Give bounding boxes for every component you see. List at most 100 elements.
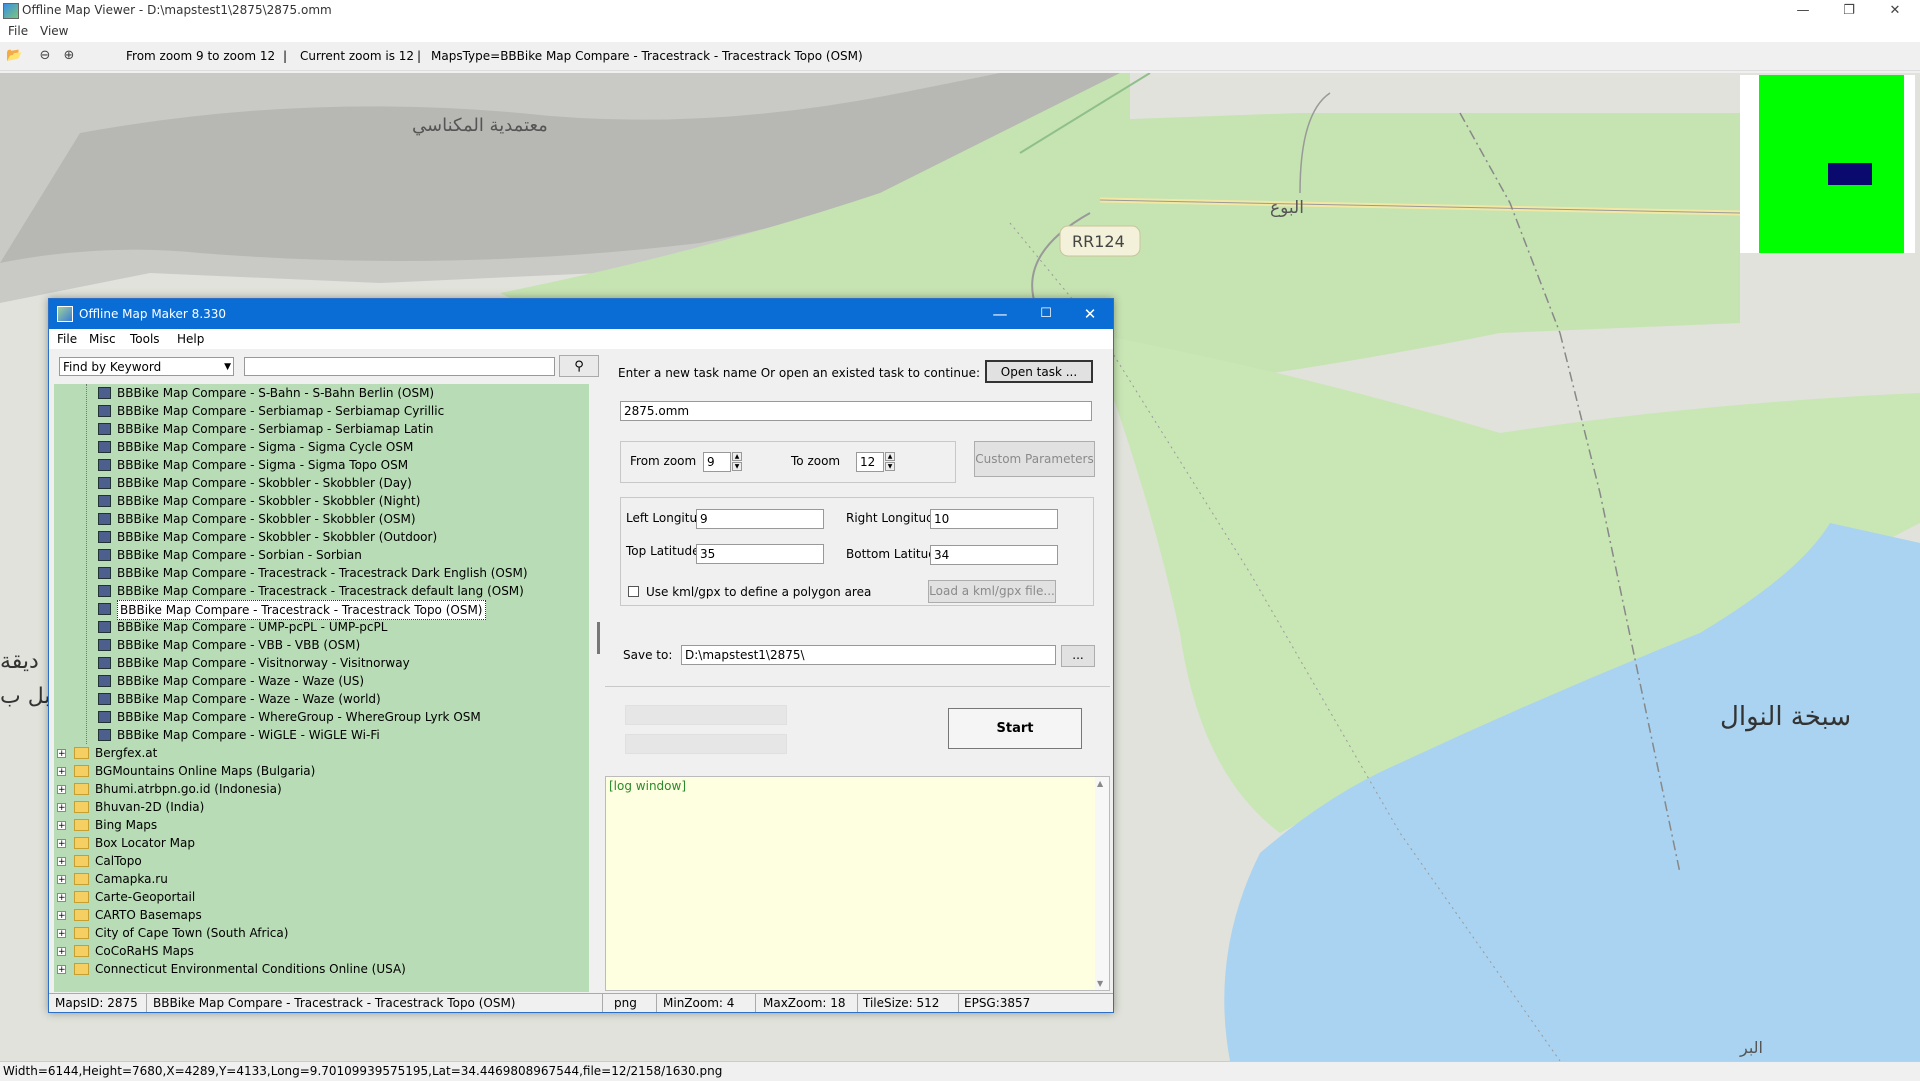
expand-icon[interactable]: + — [57, 767, 66, 777]
task-prompt-label: Enter a new task name Or open an existed… — [618, 366, 980, 380]
to-zoom-input[interactable]: 12 — [856, 452, 884, 472]
dialog-minimize-button[interactable]: — — [977, 299, 1023, 329]
expand-icon[interactable]: + — [57, 821, 66, 831]
minimize-button[interactable]: — — [1780, 0, 1826, 22]
status-maps-id: MapsID: 2875 — [55, 996, 138, 1010]
tree-folder-label: Bergfex.at — [95, 746, 158, 760]
expand-icon[interactable]: + — [57, 911, 66, 921]
scroll-down-icon[interactable]: ▼ — [1097, 979, 1103, 988]
left-longitude-input[interactable]: 9 — [696, 509, 824, 529]
browse-button[interactable]: ... — [1061, 645, 1095, 667]
map-layer-icon — [98, 387, 111, 399]
tree-leaf-label: BBBike Map Compare - Sigma - Sigma Topo … — [117, 458, 409, 472]
maximize-button[interactable]: ❐ — [1826, 0, 1872, 22]
map-label-bouaa: البوع — [1270, 198, 1304, 218]
map-layer-icon — [98, 585, 111, 597]
load-kml-button[interactable]: Load a kml/gpx file... — [928, 580, 1056, 603]
tree-leaf-label: BBBike Map Compare - Visitnorway - Visit… — [117, 656, 410, 670]
map-label-rr124: RR124 — [1072, 232, 1125, 251]
log-text: [log window] — [609, 779, 686, 793]
bottom-latitude-label: Bottom Latitude — [846, 547, 944, 561]
open-folder-icon[interactable]: 📂 — [6, 48, 22, 64]
tree-leaf-label: BBBike Map Compare - VBB - VBB (OSM) — [117, 638, 361, 652]
tree-leaf-label: BBBike Map Compare - Skobbler - Skobbler… — [117, 494, 421, 508]
from-zoom-input[interactable]: 9 — [703, 452, 731, 472]
log-scrollbar[interactable]: ▲ ▼ — [1095, 777, 1109, 990]
search-button[interactable]: ⚲ — [559, 355, 599, 377]
tree-folder-label: Bhuvan-2D (India) — [95, 800, 205, 814]
map-layer-icon — [98, 657, 111, 669]
expand-icon[interactable]: + — [57, 875, 66, 885]
dialog-menu-misc[interactable]: Misc — [89, 332, 116, 346]
folder-icon — [74, 873, 89, 885]
map-source-tree[interactable]: BBBike Map Compare - S-Bahn - S-Bahn Ber… — [54, 384, 589, 992]
dialog-menu-tools[interactable]: Tools — [130, 332, 160, 346]
top-latitude-input[interactable]: 35 — [696, 544, 824, 564]
tree-leaf-label: BBBike Map Compare - Waze - Waze (world) — [117, 692, 381, 706]
expand-icon[interactable]: + — [57, 839, 66, 849]
window-title: Offline Map Viewer - D:\mapstest1\2875\2… — [22, 3, 332, 17]
map-layer-icon — [98, 513, 111, 525]
expand-icon[interactable]: + — [57, 785, 66, 795]
tree-leaf-label: BBBike Map Compare - S-Bahn - S-Bahn Ber… — [117, 386, 435, 400]
statusbar: Width=6144,Height=7680,X=4289,Y=4133,Lon… — [0, 1061, 1920, 1081]
current-zoom-text: Current zoom is 12 — [300, 49, 415, 63]
start-button[interactable]: Start — [948, 708, 1082, 749]
right-longitude-input[interactable]: 10 — [930, 509, 1058, 529]
window-titlebar: Offline Map Viewer - D:\mapstest1\2875\2… — [0, 0, 1920, 22]
task-name-input[interactable]: 2875.omm — [620, 401, 1092, 421]
menu-view[interactable]: View — [40, 24, 68, 38]
tree-folder-label: CalTopo — [95, 854, 142, 868]
log-window[interactable]: [log window] ▲ ▼ — [605, 776, 1110, 991]
scroll-up-icon[interactable]: ▲ — [1097, 779, 1103, 788]
find-mode-select[interactable]: Find by Keyword ▼ — [59, 357, 234, 376]
expand-icon[interactable]: + — [57, 947, 66, 957]
pane-splitter[interactable] — [597, 622, 600, 654]
menu-file[interactable]: File — [8, 24, 28, 38]
tree-leaf-label: BBBike Map Compare - Tracestrack - Trace… — [117, 566, 528, 580]
map-layer-icon — [98, 423, 111, 435]
bottom-latitude-input[interactable]: 34 — [930, 545, 1058, 565]
expand-icon[interactable]: + — [57, 893, 66, 903]
custom-parameters-button[interactable]: Custom Parameters — [974, 441, 1095, 477]
dialog-menu-file[interactable]: File — [57, 332, 77, 346]
map-layer-icon — [98, 711, 111, 723]
zoom-in-icon[interactable]: ⊕ — [61, 48, 77, 64]
keyword-search-input[interactable] — [244, 357, 555, 376]
kml-polygon-checkbox[interactable] — [628, 586, 639, 597]
map-layer-icon — [98, 459, 111, 471]
expand-icon[interactable]: + — [57, 965, 66, 975]
dialog-titlebar: Offline Map Maker 8.330 — ☐ ✕ — [49, 299, 1113, 329]
dialog-maximize-button[interactable]: ☐ — [1023, 299, 1069, 329]
expand-icon[interactable]: + — [57, 803, 66, 813]
map-layer-icon — [98, 441, 111, 453]
map-label-west-2: بل ب — [0, 684, 51, 709]
dialog-close-button[interactable]: ✕ — [1067, 299, 1113, 329]
expand-icon[interactable]: + — [57, 929, 66, 939]
map-label-meknassy: معتمدية المكناسي — [412, 115, 548, 136]
expand-icon[interactable]: + — [57, 749, 66, 759]
dialog-menu-help[interactable]: Help — [177, 332, 204, 346]
offline-map-maker-dialog: Offline Map Maker 8.330 — ☐ ✕ File Misc … — [48, 298, 1114, 1013]
search-icon: ⚲ — [574, 359, 584, 374]
tree-folder-label: City of Cape Town (South Africa) — [95, 926, 289, 940]
zoom-out-icon[interactable]: ⊖ — [37, 48, 53, 64]
map-layer-icon — [98, 675, 111, 687]
overview-minimap[interactable] — [1740, 75, 1915, 253]
from-zoom-stepper[interactable]: ▲ ▼ — [732, 452, 742, 472]
tree-folder-label: Camapka.ru — [95, 872, 168, 886]
tree-folder-label: Box Locator Map — [95, 836, 196, 850]
to-zoom-stepper[interactable]: ▲ ▼ — [885, 452, 895, 472]
expand-icon[interactable]: + — [57, 857, 66, 867]
map-layer-icon — [98, 495, 111, 507]
folder-icon — [74, 855, 89, 867]
save-to-label: Save to: — [623, 648, 673, 662]
save-to-input[interactable]: D:\mapstest1\2875\ — [681, 645, 1056, 665]
close-button[interactable]: ✕ — [1872, 0, 1918, 22]
folder-icon — [74, 891, 89, 903]
status-epsg: EPSG:3857 — [964, 996, 1031, 1010]
tree-leaf-label: BBBike Map Compare - Sorbian - Sorbian — [117, 548, 362, 562]
open-task-button[interactable]: Open task ... — [985, 360, 1093, 383]
top-latitude-label: Top Latitude — [626, 544, 700, 558]
app-icon — [3, 3, 19, 19]
